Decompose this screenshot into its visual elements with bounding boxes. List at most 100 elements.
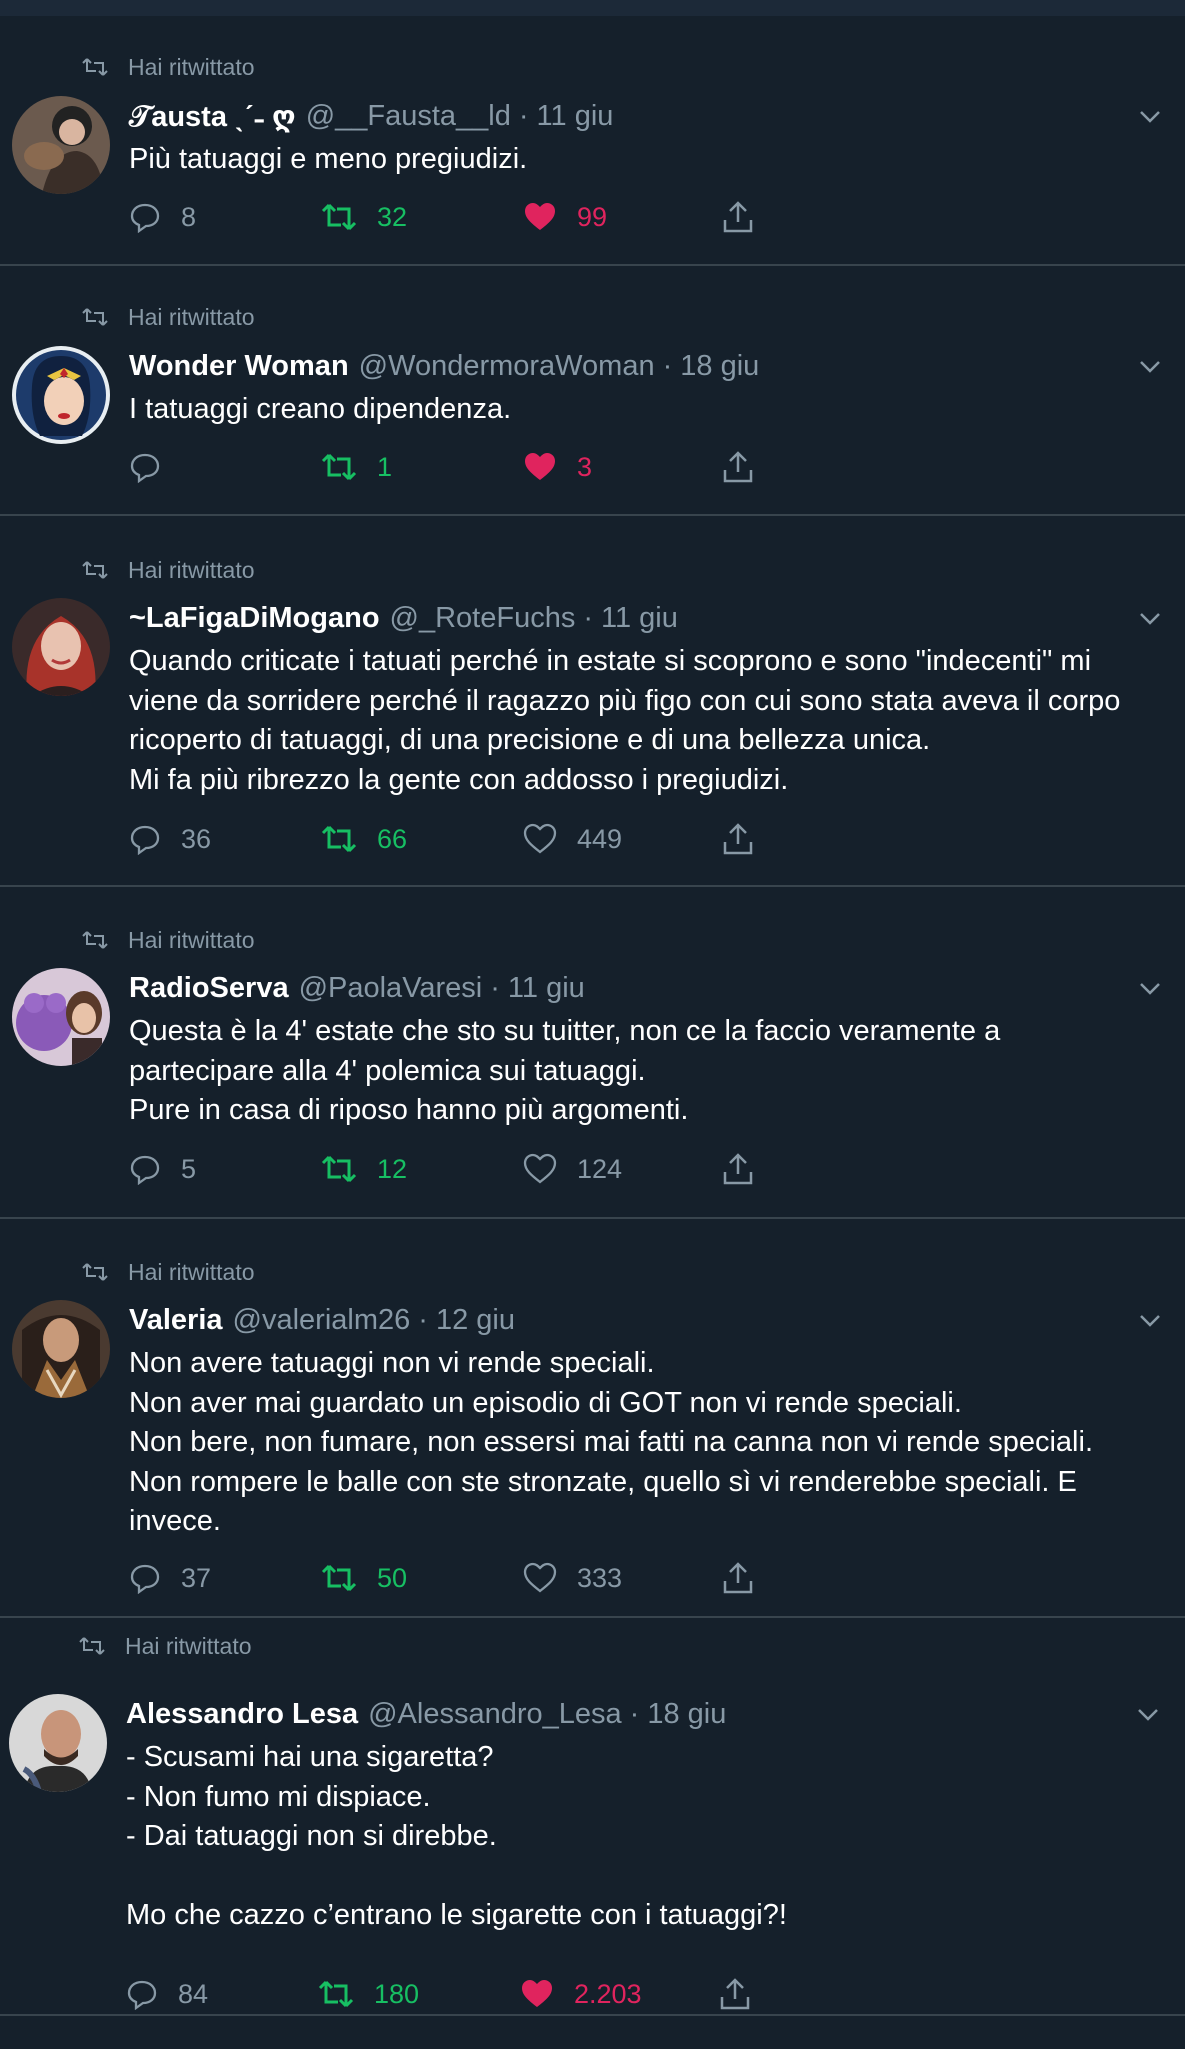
reply-count: 84 [178, 1978, 209, 2009]
display-name[interactable]: Wonder Woman [129, 350, 349, 383]
reply-button[interactable]: 8 [129, 195, 196, 239]
retweet-button[interactable]: 1 [321, 445, 392, 489]
share-button[interactable] [721, 1556, 755, 1600]
heart-icon [523, 201, 557, 233]
retweeted-label: Hai ritwittato [128, 926, 255, 953]
like-button[interactable]: 333 [523, 1556, 622, 1600]
share-button[interactable] [721, 1147, 755, 1191]
retweet-small-icon [79, 1631, 125, 1661]
retweet-button[interactable]: 66 [321, 817, 407, 861]
retweet-small-icon [82, 1257, 128, 1287]
like-button[interactable]: 449 [523, 817, 622, 861]
tweet-date[interactable]: 11 giu [601, 602, 678, 635]
tweet-date[interactable]: 18 giu [647, 1698, 726, 1731]
retweeted-indicator: Hai ritwittato [82, 302, 255, 332]
reply-count: 5 [181, 1153, 197, 1184]
retweet-small-icon [82, 925, 128, 955]
tweet-item[interactable]: Hai ritwittato Wonder Woman @WondermoraW… [0, 268, 1185, 516]
chevron-down-icon[interactable] [1133, 1699, 1163, 1729]
separator-dot: · [418, 1303, 428, 1336]
reply-button[interactable]: 5 [129, 1147, 196, 1191]
retweet-icon [321, 451, 357, 483]
like-button[interactable]: 124 [523, 1147, 622, 1191]
share-icon [721, 450, 755, 484]
retweet-button[interactable]: 50 [321, 1556, 407, 1600]
avatar[interactable] [12, 968, 110, 1066]
tweet-actions: 84 180 2.203 [126, 1972, 776, 2016]
user-handle[interactable]: @valerialm26 [233, 1304, 411, 1337]
avatar[interactable] [12, 96, 110, 194]
reply-icon [129, 201, 161, 233]
tweet-item[interactable]: Hai ritwittato 𝒯austa ˎˊ˗ ღ @__Fausta__l… [0, 18, 1185, 266]
tweet-date[interactable]: 18 giu [680, 350, 759, 383]
display-name[interactable]: Valeria [129, 1304, 223, 1337]
reply-button[interactable]: 36 [129, 817, 211, 861]
display-name[interactable]: 𝒯austa ˎˊ˗ ღ [129, 99, 296, 134]
retweet-count: 180 [374, 1978, 420, 2009]
display-name[interactable]: RadioServa [129, 972, 289, 1005]
reply-icon [129, 823, 161, 855]
tweet-actions: 8 32 99 [129, 195, 779, 239]
retweet-icon [318, 1978, 354, 2010]
tweet-actions: 36 66 449 [129, 817, 779, 861]
chevron-down-icon[interactable] [1135, 1305, 1165, 1335]
retweeted-indicator: Hai ritwittato [82, 1257, 255, 1287]
heart-icon [523, 451, 557, 483]
display-name[interactable]: Alessandro Lesa [126, 1698, 358, 1731]
like-button[interactable]: 3 [523, 445, 592, 489]
tweet-date[interactable]: 11 giu [537, 100, 614, 133]
avatar[interactable] [12, 1300, 110, 1398]
reply-icon [129, 1153, 161, 1185]
chevron-down-icon[interactable] [1135, 351, 1165, 381]
retweeted-indicator: Hai ritwittato [82, 925, 255, 955]
share-button[interactable] [718, 1972, 752, 2016]
like-button[interactable]: 99 [523, 195, 607, 239]
avatar[interactable] [12, 346, 110, 444]
chevron-down-icon[interactable] [1135, 101, 1165, 131]
reply-count: 37 [181, 1562, 212, 1593]
user-handle[interactable]: @_RoteFuchs [390, 602, 576, 635]
tweet-date[interactable]: 12 giu [436, 1304, 515, 1337]
chevron-down-icon[interactable] [1135, 973, 1165, 1003]
share-button[interactable] [721, 817, 755, 861]
tweet-item[interactable]: Hai ritwittato Alessandro Lesa @Alessand… [0, 1620, 1185, 2016]
retweeted-label: Hai ritwittato [128, 556, 255, 583]
avatar[interactable] [12, 598, 110, 696]
share-button[interactable] [721, 195, 755, 239]
tweet-text: Questa è la 4' estate che sto su tuitter… [129, 1015, 1001, 1126]
tweet-item[interactable]: Hai ritwittato Valeria @valerialm26 · 12… [0, 1221, 1185, 1618]
like-count: 449 [577, 823, 623, 854]
tweet-header: 𝒯austa ˎˊ˗ ღ @__Fausta__ld · 11 giu [129, 96, 613, 136]
retweeted-label: Hai ritwittato [128, 53, 255, 80]
user-handle[interactable]: @PaolaVaresi [299, 972, 483, 1005]
share-button[interactable] [721, 445, 755, 489]
user-handle[interactable]: @WondermoraWoman [359, 350, 655, 383]
tweet-text: - Scusami hai una sigaretta? - Non fumo … [126, 1741, 787, 1931]
reply-button[interactable]: 37 [129, 1556, 211, 1600]
retweet-button[interactable]: 12 [321, 1147, 407, 1191]
tweet-text: Non avere tatuaggi non vi rende speciali… [129, 1347, 1093, 1537]
reply-icon [129, 451, 161, 483]
tweet-header: ~LaFigaDiMogano @_RoteFuchs · 11 giu [129, 598, 678, 638]
retweet-button[interactable]: 32 [321, 195, 407, 239]
retweet-button[interactable]: 180 [318, 1972, 419, 2016]
avatar[interactable] [9, 1694, 107, 1792]
retweet-count: 32 [377, 201, 408, 232]
chevron-down-icon[interactable] [1135, 603, 1165, 633]
reply-button[interactable]: 84 [126, 1972, 208, 2016]
display-name[interactable]: ~LaFigaDiMogano [129, 602, 380, 635]
tweet-item[interactable]: Hai ritwittato ~LaFigaDiMogano @_RoteFuc… [0, 518, 1185, 887]
user-handle[interactable]: @__Fausta__ld [306, 100, 511, 133]
retweeted-label: Hai ritwittato [128, 1258, 255, 1285]
tweet-item[interactable]: Hai ritwittato RadioServa @PaolaVaresi ·… [0, 889, 1185, 1219]
share-icon [721, 822, 755, 856]
tweet-text: Quando criticate i tatuati perché in est… [129, 645, 1121, 796]
retweet-small-icon [82, 555, 128, 585]
tweet-date[interactable]: 11 giu [508, 972, 585, 1005]
like-button[interactable]: 2.203 [520, 1972, 642, 2016]
heart-icon [523, 1562, 557, 1594]
like-count: 99 [577, 201, 608, 232]
user-handle[interactable]: @Alessandro_Lesa [368, 1698, 622, 1731]
reply-count: 8 [181, 201, 197, 232]
reply-button[interactable] [129, 445, 181, 489]
